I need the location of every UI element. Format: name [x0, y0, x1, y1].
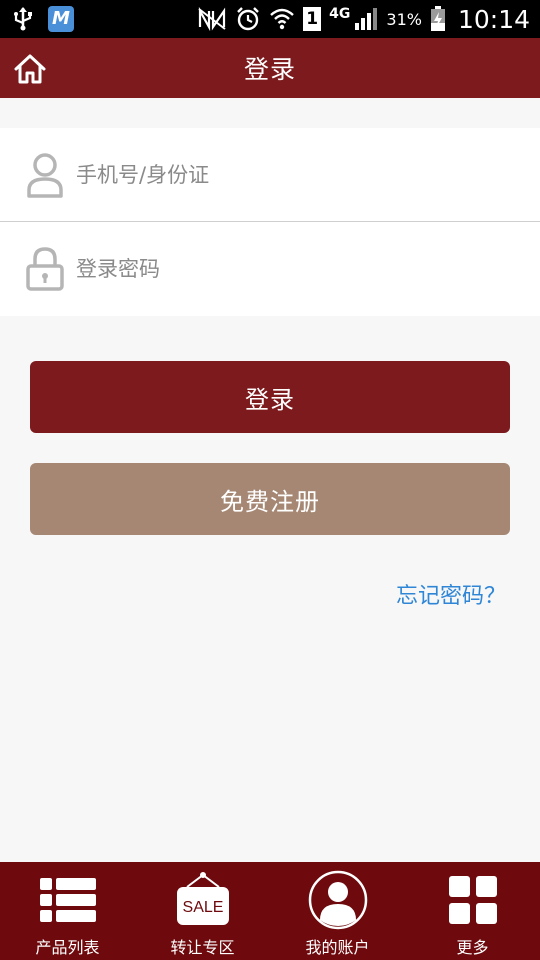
page-title: 登录: [243, 55, 296, 84]
sale-sign-text: SALE: [182, 899, 223, 916]
list-icon: [38, 870, 98, 930]
signal-icon: [354, 7, 378, 31]
nav-item-more[interactable]: 更多: [405, 862, 540, 960]
wifi-icon: [269, 6, 295, 32]
battery-charging-icon: [430, 6, 446, 32]
nav-item-my-account[interactable]: 我的账户: [270, 862, 405, 960]
user-icon: [24, 150, 66, 200]
sale-sign-icon: SALE: [173, 870, 233, 930]
lock-icon: [24, 244, 66, 294]
home-button[interactable]: [12, 52, 48, 86]
network-type: 4G: [329, 6, 351, 22]
grid-icon: [447, 870, 499, 930]
password-field: [0, 221, 540, 316]
status-bar: M 1 4G 31% 10:14: [0, 0, 540, 38]
usb-icon: [12, 6, 34, 32]
status-right: 1 4G 31% 10:14: [197, 5, 530, 34]
clock: 10:14: [457, 4, 530, 34]
nav-label: 产品列表: [35, 938, 100, 957]
register-button[interactable]: 免费注册: [30, 463, 510, 535]
nav-item-transfer-zone[interactable]: SALE 转让专区: [135, 862, 270, 960]
nav-label: 更多: [456, 938, 489, 957]
battery-percent: 31%: [386, 9, 422, 29]
app-notification-icon: M: [48, 6, 74, 32]
nav-item-product-list[interactable]: 产品列表: [0, 862, 135, 960]
nfc-icon: [197, 7, 227, 31]
account-icon: [308, 870, 368, 930]
phone-field: [0, 128, 540, 221]
home-icon: [14, 54, 46, 84]
nav-label: 我的账户: [305, 938, 370, 957]
status-left: M: [12, 6, 74, 32]
forgot-password-link[interactable]: 忘记密码？: [396, 578, 506, 610]
bottom-nav: 产品列表 SALE 转让专区 我的账户 更多: [0, 862, 540, 960]
phone-input[interactable]: [76, 149, 496, 200]
alarm-icon: [235, 6, 261, 32]
nav-label: 转让专区: [170, 938, 235, 957]
app-header: 登录: [0, 38, 540, 98]
login-form: [0, 128, 540, 316]
sim-slot-badge: 1: [303, 7, 322, 31]
login-button[interactable]: 登录: [30, 361, 510, 433]
password-input[interactable]: [76, 244, 496, 294]
